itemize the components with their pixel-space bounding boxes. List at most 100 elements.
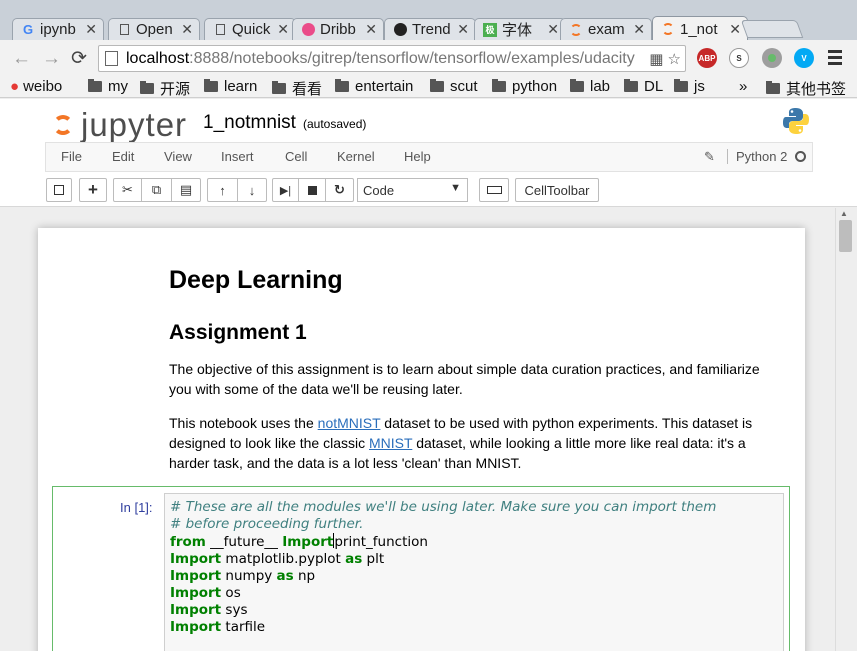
bookmark-folder-learn[interactable]: learn (204, 78, 257, 95)
close-tab-icon[interactable]: ✕ (633, 21, 645, 38)
tab-dribbble[interactable]: Dribb ✕ (292, 18, 384, 40)
menu-insert[interactable]: Insert (221, 149, 254, 164)
insert-cell-below-button[interactable]: + (79, 178, 107, 202)
folder-icon (335, 79, 349, 92)
python-logo-icon (783, 108, 809, 134)
bookmark-folder-kankan[interactable]: 看看 (272, 78, 322, 99)
green-dot-extension-icon[interactable] (762, 48, 782, 68)
jupyter-icon (661, 22, 675, 36)
browser-tab-strip: G ipynb ✕ Open ✕ Quick ✕ Dribb ✕ Trend ✕… (0, 0, 857, 41)
folder-icon (624, 79, 638, 92)
tab-label: Dribb (320, 21, 356, 38)
translate-extension-icon[interactable]: S (729, 48, 749, 68)
menu-cell[interactable]: Cell (285, 149, 307, 164)
menu-edit[interactable]: Edit (112, 149, 134, 164)
mnist-link[interactable]: MNIST (369, 435, 412, 451)
tab-label: ipynb (40, 21, 76, 38)
dribbble-icon (301, 23, 315, 37)
close-tab-icon[interactable]: ✕ (365, 21, 377, 38)
vimium-extension-icon[interactable]: V (794, 48, 814, 68)
tab-ipynb[interactable]: G ipynb ✕ (12, 18, 104, 40)
google-icon: G (22, 22, 34, 37)
folder-icon (766, 81, 780, 94)
scrollbar-track[interactable] (835, 208, 857, 651)
tab-fonts[interactable]: 极 字体 ✕ (474, 18, 566, 40)
paste-icon: ▤ (179, 182, 193, 197)
bookmark-folder-my[interactable]: my (88, 78, 128, 95)
keyboard-icon (486, 186, 502, 194)
stop-icon (307, 185, 317, 195)
bookmark-folder-scut[interactable]: scut (430, 78, 478, 95)
folder-icon (430, 79, 444, 92)
bookmark-weibo[interactable]: ● weibo (10, 78, 62, 95)
tab-1-notmnist[interactable]: 1_not ✕ (652, 16, 748, 41)
close-tab-icon[interactable]: ✕ (181, 21, 193, 38)
notebook-name[interactable]: 1_notmnist (203, 112, 296, 134)
move-cell-down-button[interactable]: ↓ (237, 178, 267, 202)
tab-open[interactable]: Open ✕ (108, 18, 200, 40)
arrow-down-icon: ↓ (248, 182, 256, 198)
code-text[interactable]: # These are all the modules we'll be usi… (170, 499, 716, 636)
tab-trending[interactable]: Trend ✕ (384, 18, 476, 40)
reload-icon[interactable]: ⟳ (71, 47, 87, 70)
jupyter-logo[interactable]: jupyter (53, 106, 187, 144)
copy-cell-button[interactable]: ⧉ (141, 178, 172, 202)
tab-examples[interactable]: exam ✕ (560, 18, 652, 40)
menu-help[interactable]: Help (404, 149, 431, 164)
bookmarks-overflow-button[interactable]: » (739, 78, 747, 95)
menu-kernel[interactable]: Kernel (337, 149, 375, 164)
close-tab-icon[interactable]: ✕ (729, 21, 741, 38)
heading-deep-learning: Deep Learning (169, 266, 343, 294)
command-palette-button[interactable] (479, 178, 509, 202)
close-tab-icon[interactable]: ✕ (457, 21, 469, 38)
bookmark-folder-lab[interactable]: lab (570, 78, 610, 95)
keyword-as: as (276, 568, 294, 584)
bookmark-folder-entertain[interactable]: entertain (335, 78, 413, 95)
forward-arrow-icon[interactable]: → (42, 48, 61, 70)
tab-label: 1_not (680, 20, 718, 38)
celltoolbar-button[interactable]: CellToolbar (515, 178, 599, 202)
other-bookmarks-folder[interactable]: 其他书签 (766, 78, 846, 99)
menu-file[interactable]: File (61, 149, 82, 164)
translate-and-star-icons[interactable]: ▦ ☆ (649, 50, 681, 68)
close-tab-icon[interactable]: ✕ (85, 21, 97, 38)
bookmark-folder-python[interactable]: python (492, 78, 557, 95)
bookmark-folder-kaiyuan[interactable]: 开源 (140, 78, 190, 99)
keyword-import: Import (170, 568, 222, 584)
close-tab-icon[interactable]: ✕ (277, 21, 289, 38)
menu-view[interactable]: View (164, 149, 192, 164)
back-arrow-icon[interactable]: ← (12, 48, 31, 70)
restart-kernel-button[interactable]: ↻ (325, 178, 354, 202)
keyword-import: Import (282, 534, 334, 550)
refresh-icon: ↻ (334, 182, 345, 197)
edit-mode-pencil-icon: ✎ (704, 149, 715, 164)
page-icon (213, 23, 227, 37)
kernel-idle-indicator-icon (795, 151, 806, 162)
paragraph-objective: The objective of this assignment is to l… (169, 361, 760, 397)
run-cell-button[interactable]: ▶| (272, 178, 299, 202)
address-bar[interactable]: localhost:8888/notebooks/gitrep/tensorfl… (98, 45, 686, 72)
code-comment-line-1: # These are all the modules we'll be usi… (170, 499, 717, 515)
save-button[interactable] (46, 178, 72, 202)
scissors-icon: ✂ (122, 182, 133, 197)
notmnist-link[interactable]: notMNIST (318, 415, 381, 431)
new-tab-button[interactable] (740, 20, 804, 38)
adblock-plus-icon[interactable]: ABP (697, 48, 717, 68)
paste-cell-button[interactable]: ▤ (171, 178, 201, 202)
close-tab-icon[interactable]: ✕ (547, 21, 559, 38)
tab-label: 字体 (502, 22, 533, 39)
cut-cell-button[interactable]: ✂ (113, 178, 142, 202)
tab-label: Trend (412, 21, 451, 38)
page-info-icon[interactable] (105, 51, 118, 66)
interrupt-kernel-button[interactable] (298, 178, 326, 202)
scrollbar-thumb[interactable] (839, 220, 852, 252)
scroll-up-arrow-icon[interactable]: ▲ (840, 209, 848, 218)
cell-type-select[interactable]: Code ▼ (357, 178, 468, 202)
move-cell-up-button[interactable]: ↑ (207, 178, 238, 202)
kernel-name[interactable]: Python 2 (727, 149, 787, 164)
tab-quick[interactable]: Quick ✕ (204, 18, 296, 40)
hamburger-menu-icon[interactable] (828, 50, 842, 66)
bookmark-folder-dl[interactable]: DL (624, 78, 663, 95)
bookmark-folder-js[interactable]: js (674, 78, 705, 95)
github-icon (393, 23, 407, 37)
